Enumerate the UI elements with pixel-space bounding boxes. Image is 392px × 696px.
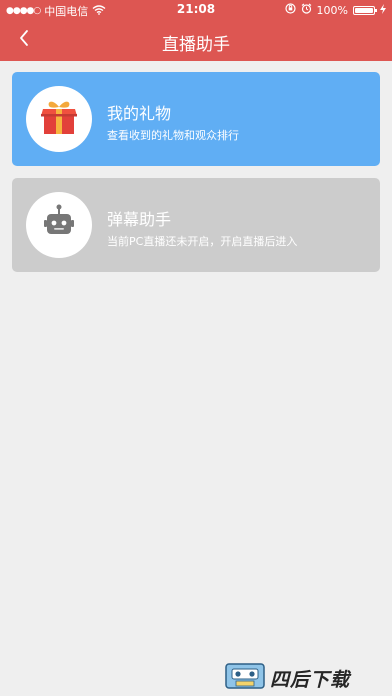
my-gifts-subtitle: 查看收到的礼物和观众排行 bbox=[107, 129, 239, 142]
gift-icon bbox=[39, 97, 79, 141]
danmu-assistant-subtitle: 当前PC直播还未开启，开启直播后进入 bbox=[107, 235, 298, 248]
rotation-lock-icon bbox=[284, 3, 296, 17]
status-right: 100% bbox=[284, 3, 386, 17]
watermark-logo: 四后下载 bbox=[224, 662, 384, 691]
my-gifts-card[interactable]: 我的礼物 查看收到的礼物和观众排行 bbox=[12, 72, 380, 166]
battery-percent: 100% bbox=[316, 3, 348, 17]
header-bar: ●●●●○ 中国电信 21:08 100% 直播助手 bbox=[0, 0, 392, 61]
cassette-icon bbox=[224, 662, 266, 694]
watermark-text: 四后下载 bbox=[270, 669, 351, 691]
status-bar: ●●●●○ 中国电信 21:08 100% bbox=[0, 0, 392, 20]
robot-icon-circle bbox=[26, 192, 92, 258]
charging-icon bbox=[380, 3, 386, 17]
alarm-icon bbox=[301, 3, 312, 17]
danmu-assistant-card[interactable]: 弹幕助手 当前PC直播还未开启，开启直播后进入 bbox=[12, 178, 380, 272]
page-title: 直播助手 bbox=[162, 35, 230, 55]
danmu-assistant-title: 弹幕助手 bbox=[107, 210, 172, 229]
robot-icon bbox=[39, 203, 79, 247]
nav-bar: 直播助手 bbox=[0, 20, 392, 61]
battery-icon bbox=[353, 5, 377, 15]
my-gifts-title: 我的礼物 bbox=[107, 104, 172, 123]
gift-icon-circle bbox=[26, 86, 92, 152]
